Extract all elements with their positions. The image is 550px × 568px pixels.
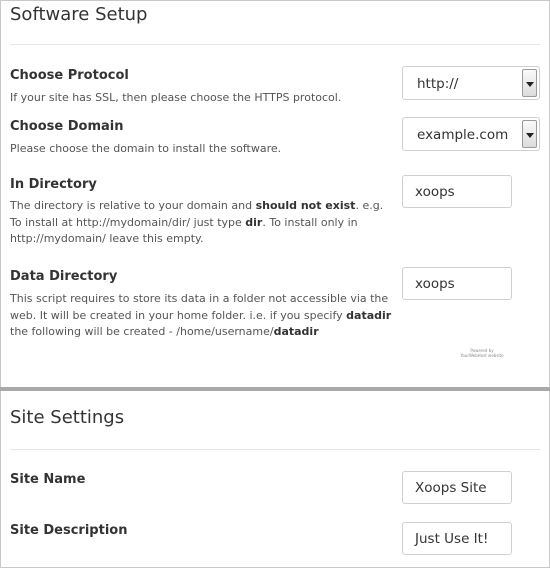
section-separator xyxy=(0,387,550,391)
dropdown-arrow-icon[interactable] xyxy=(522,120,537,148)
directory-input[interactable]: xoops xyxy=(402,175,512,208)
site-name-value: Xoops Site xyxy=(415,480,487,496)
directory-label: In Directory xyxy=(10,177,97,192)
protocol-help: If your site has SSL, then please choose… xyxy=(10,91,342,104)
site-name-label: Site Name xyxy=(10,472,86,487)
site-name-input[interactable]: Xoops Site xyxy=(402,471,512,504)
data-directory-input[interactable]: xoops xyxy=(402,267,512,300)
protocol-select[interactable]: http:// xyxy=(402,66,540,100)
directory-value: xoops xyxy=(415,184,455,200)
data-directory-label: Data Directory xyxy=(10,269,118,284)
domain-help: Please choose the domain to install the … xyxy=(10,142,282,155)
protocol-label: Choose Protocol xyxy=(10,68,129,83)
data-directory-value: xoops xyxy=(415,276,455,292)
domain-label: Choose Domain xyxy=(10,119,124,134)
directory-help: The directory is relative to your domain… xyxy=(10,199,384,245)
dropdown-arrow-icon[interactable] xyxy=(522,69,537,97)
site-description-input[interactable]: Just Use It! xyxy=(402,522,512,555)
site-description-value: Just Use It! xyxy=(415,531,489,547)
domain-value: example.com xyxy=(417,127,509,143)
divider xyxy=(10,449,540,450)
protocol-value: http:// xyxy=(417,76,459,92)
data-directory-help: This script requires to store its data i… xyxy=(10,292,392,338)
site-description-label: Site Description xyxy=(10,523,128,538)
domain-select[interactable]: example.com xyxy=(402,117,540,151)
software-setup-title: Software Setup xyxy=(10,4,148,25)
site-settings-title: Site Settings xyxy=(10,407,125,428)
powered-by-watermark: Powered by YourWebHost website xyxy=(460,348,504,358)
divider xyxy=(10,44,540,45)
